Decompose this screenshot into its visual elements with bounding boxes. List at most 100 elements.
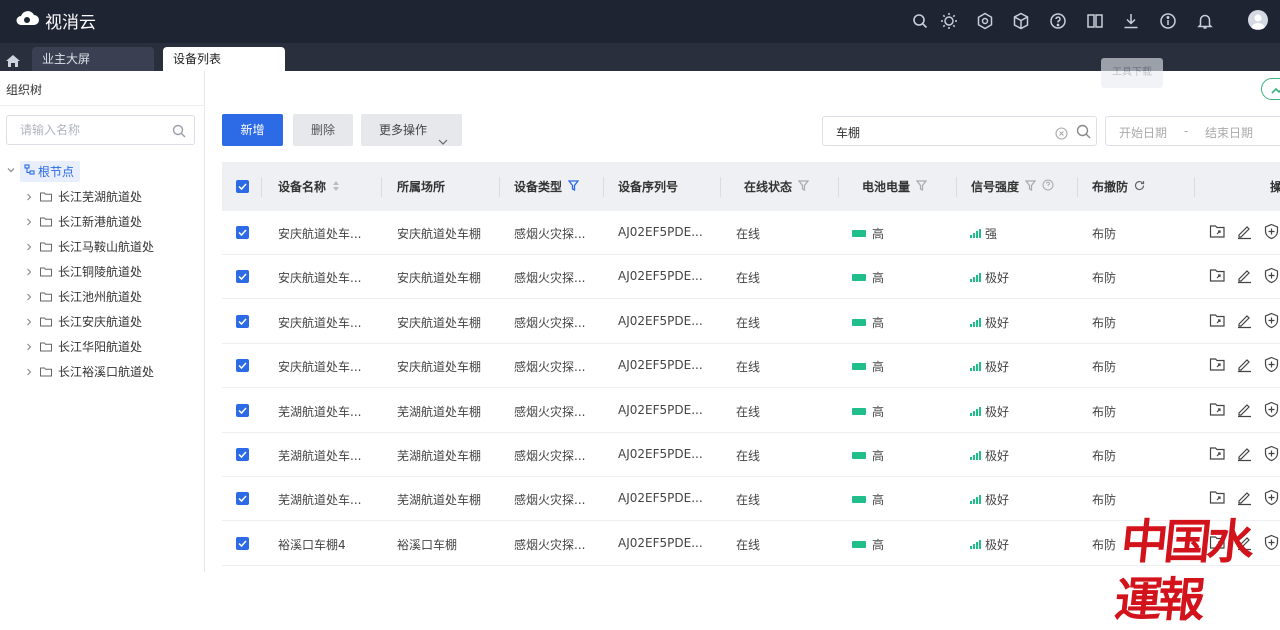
tree-item[interactable]: 长江新港航道处: [24, 211, 142, 231]
filter-icon[interactable]: [915, 179, 928, 194]
row-checkbox[interactable]: [236, 403, 249, 417]
org-search-input[interactable]: [7, 116, 157, 144]
device-search[interactable]: 车棚: [822, 116, 1097, 146]
folder-share-icon[interactable]: [1209, 445, 1226, 462]
cell-device-name[interactable]: 安庆航道处车...: [278, 269, 361, 286]
root-node[interactable]: 根节点: [20, 160, 81, 182]
refresh-icon[interactable]: [1134, 180, 1145, 194]
tree-item[interactable]: 长江裕溪口航道处: [24, 361, 154, 381]
row-checkbox[interactable]: [236, 536, 249, 550]
chevron-right-icon[interactable]: [24, 341, 34, 351]
folder-share-icon[interactable]: [1209, 401, 1226, 418]
row-checkbox[interactable]: [236, 314, 249, 328]
add-button[interactable]: 新增: [222, 114, 283, 146]
table-row[interactable]: 安庆航道处车... 安庆航道处车棚 感烟火灾探... AJ02EF5PDE... 在线 高…: [222, 255, 1280, 300]
edit-icon[interactable]: [1236, 401, 1253, 418]
chevron-right-icon[interactable]: [24, 266, 34, 276]
table-row[interactable]: 安庆航道处车... 安庆航道处车棚 感烟火灾探... AJ02EF5PDE... 在线 高…: [222, 211, 1280, 255]
tree-item[interactable]: 长江铜陵航道处: [24, 261, 142, 281]
tree-item[interactable]: 长江华阳航道处: [24, 336, 142, 356]
cell-device-name[interactable]: 安庆航道处车...: [278, 358, 361, 375]
folder-share-icon[interactable]: [1209, 223, 1226, 240]
shield-add-icon[interactable]: [1263, 312, 1280, 329]
edit-icon[interactable]: [1236, 489, 1253, 506]
shield-add-icon[interactable]: [1263, 401, 1280, 418]
battery-level: 高: [872, 315, 885, 330]
tree-item[interactable]: 长江池州航道处: [24, 286, 142, 306]
end-date-input[interactable]: 结束日期: [1205, 124, 1253, 141]
table-row[interactable]: 芜湖航道处车... 芜湖航道处车棚 感烟火灾探... AJ02EF5PDE... 在线 高…: [222, 477, 1280, 522]
edit-icon[interactable]: [1236, 445, 1253, 462]
tree-item[interactable]: 长江芜湖航道处: [24, 186, 142, 206]
search-icon[interactable]: [911, 12, 929, 30]
book-icon[interactable]: [1086, 12, 1104, 30]
folder-share-icon[interactable]: [1209, 356, 1226, 373]
table-row[interactable]: 芜湖航道处车... 芜湖航道处车棚 感烟火灾探... AJ02EF5PDE... 在线 高…: [222, 389, 1280, 433]
sort-icon[interactable]: [332, 180, 340, 194]
cell-device-name[interactable]: 芜湖航道处车...: [278, 403, 361, 420]
select-all-checkbox[interactable]: [236, 180, 249, 193]
avatar[interactable]: [1248, 10, 1268, 30]
cell-device-name[interactable]: 芜湖航道处车...: [278, 447, 361, 464]
shield-add-icon[interactable]: [1263, 223, 1280, 240]
edit-icon[interactable]: [1236, 356, 1253, 373]
folder-share-icon[interactable]: [1209, 489, 1226, 506]
shield-add-icon[interactable]: [1263, 489, 1280, 506]
date-range-picker[interactable]: 开始日期 - 结束日期: [1105, 116, 1280, 146]
cell-device-name[interactable]: 裕溪口车棚4: [278, 536, 346, 553]
chevron-right-icon[interactable]: [24, 366, 34, 376]
more-actions-button[interactable]: 更多操作: [361, 114, 462, 146]
cube-icon[interactable]: [1012, 12, 1030, 30]
shield-add-icon[interactable]: [1263, 445, 1280, 462]
chevron-down-icon[interactable]: [6, 164, 16, 178]
help-icon[interactable]: [1049, 12, 1067, 30]
home-icon[interactable]: [6, 52, 20, 67]
bell-icon[interactable]: [1196, 12, 1214, 30]
tab-device-list[interactable]: 设备列表: [163, 47, 285, 71]
signal-level: 极好: [985, 404, 1010, 419]
download-icon[interactable]: [1122, 12, 1140, 30]
search-icon[interactable]: [172, 123, 186, 138]
edit-icon[interactable]: [1236, 223, 1253, 240]
sun-icon[interactable]: [940, 12, 958, 30]
chevron-right-icon[interactable]: [24, 216, 34, 226]
chevron-right-icon[interactable]: [24, 241, 34, 251]
settings-icon[interactable]: [976, 12, 994, 30]
delete-button[interactable]: 删除: [293, 114, 353, 146]
tree-root[interactable]: 根节点: [6, 160, 81, 182]
cell-device-name[interactable]: 安庆航道处车...: [278, 314, 361, 331]
tab-owner-screen[interactable]: 业主大屏: [32, 47, 154, 71]
cell-device-name[interactable]: 芜湖航道处车...: [278, 491, 361, 508]
chevron-right-icon[interactable]: [24, 316, 34, 326]
col-device-name[interactable]: 设备名称: [278, 178, 340, 195]
table-row[interactable]: 芜湖航道处车... 芜湖航道处车棚 感烟火灾探... AJ02EF5PDE... 在线 高…: [222, 433, 1280, 477]
row-checkbox[interactable]: [236, 226, 249, 239]
edit-icon[interactable]: [1236, 267, 1253, 284]
cell-device-name[interactable]: 安庆航道处车...: [278, 225, 361, 242]
search-icon[interactable]: [1076, 124, 1091, 139]
folder-share-icon[interactable]: [1209, 312, 1226, 329]
table-row[interactable]: 安庆航道处车... 安庆航道处车棚 感烟火灾探... AJ02EF5PDE... 在线 高…: [222, 300, 1280, 344]
info-icon[interactable]: [1159, 12, 1177, 30]
help-icon[interactable]: [1042, 179, 1054, 194]
filter-icon[interactable]: [567, 179, 580, 194]
clear-icon[interactable]: [1055, 125, 1068, 140]
chevron-right-icon[interactable]: [24, 191, 34, 201]
shield-add-icon[interactable]: [1263, 356, 1280, 373]
shield-add-icon[interactable]: [1263, 267, 1280, 284]
chevron-right-icon[interactable]: [24, 291, 34, 301]
filter-icon[interactable]: [797, 179, 810, 194]
filter-icon[interactable]: [1024, 179, 1037, 194]
start-date-input[interactable]: 开始日期: [1119, 124, 1167, 141]
table-row[interactable]: 安庆航道处车... 安庆航道处车棚 感烟火灾探... AJ02EF5PDE... 在线 高…: [222, 344, 1280, 389]
row-checkbox[interactable]: [236, 270, 249, 284]
row-checkbox[interactable]: [236, 448, 249, 461]
row-checkbox[interactable]: [236, 359, 249, 373]
edit-icon[interactable]: [1236, 312, 1253, 329]
device-search-input[interactable]: 车棚: [836, 124, 860, 141]
tree-item[interactable]: 长江马鞍山航道处: [24, 236, 154, 256]
tree-item[interactable]: 长江安庆航道处: [24, 311, 142, 331]
folder-share-icon[interactable]: [1209, 267, 1226, 284]
row-checkbox[interactable]: [236, 492, 249, 506]
chart-toggle-button[interactable]: [1261, 78, 1280, 100]
